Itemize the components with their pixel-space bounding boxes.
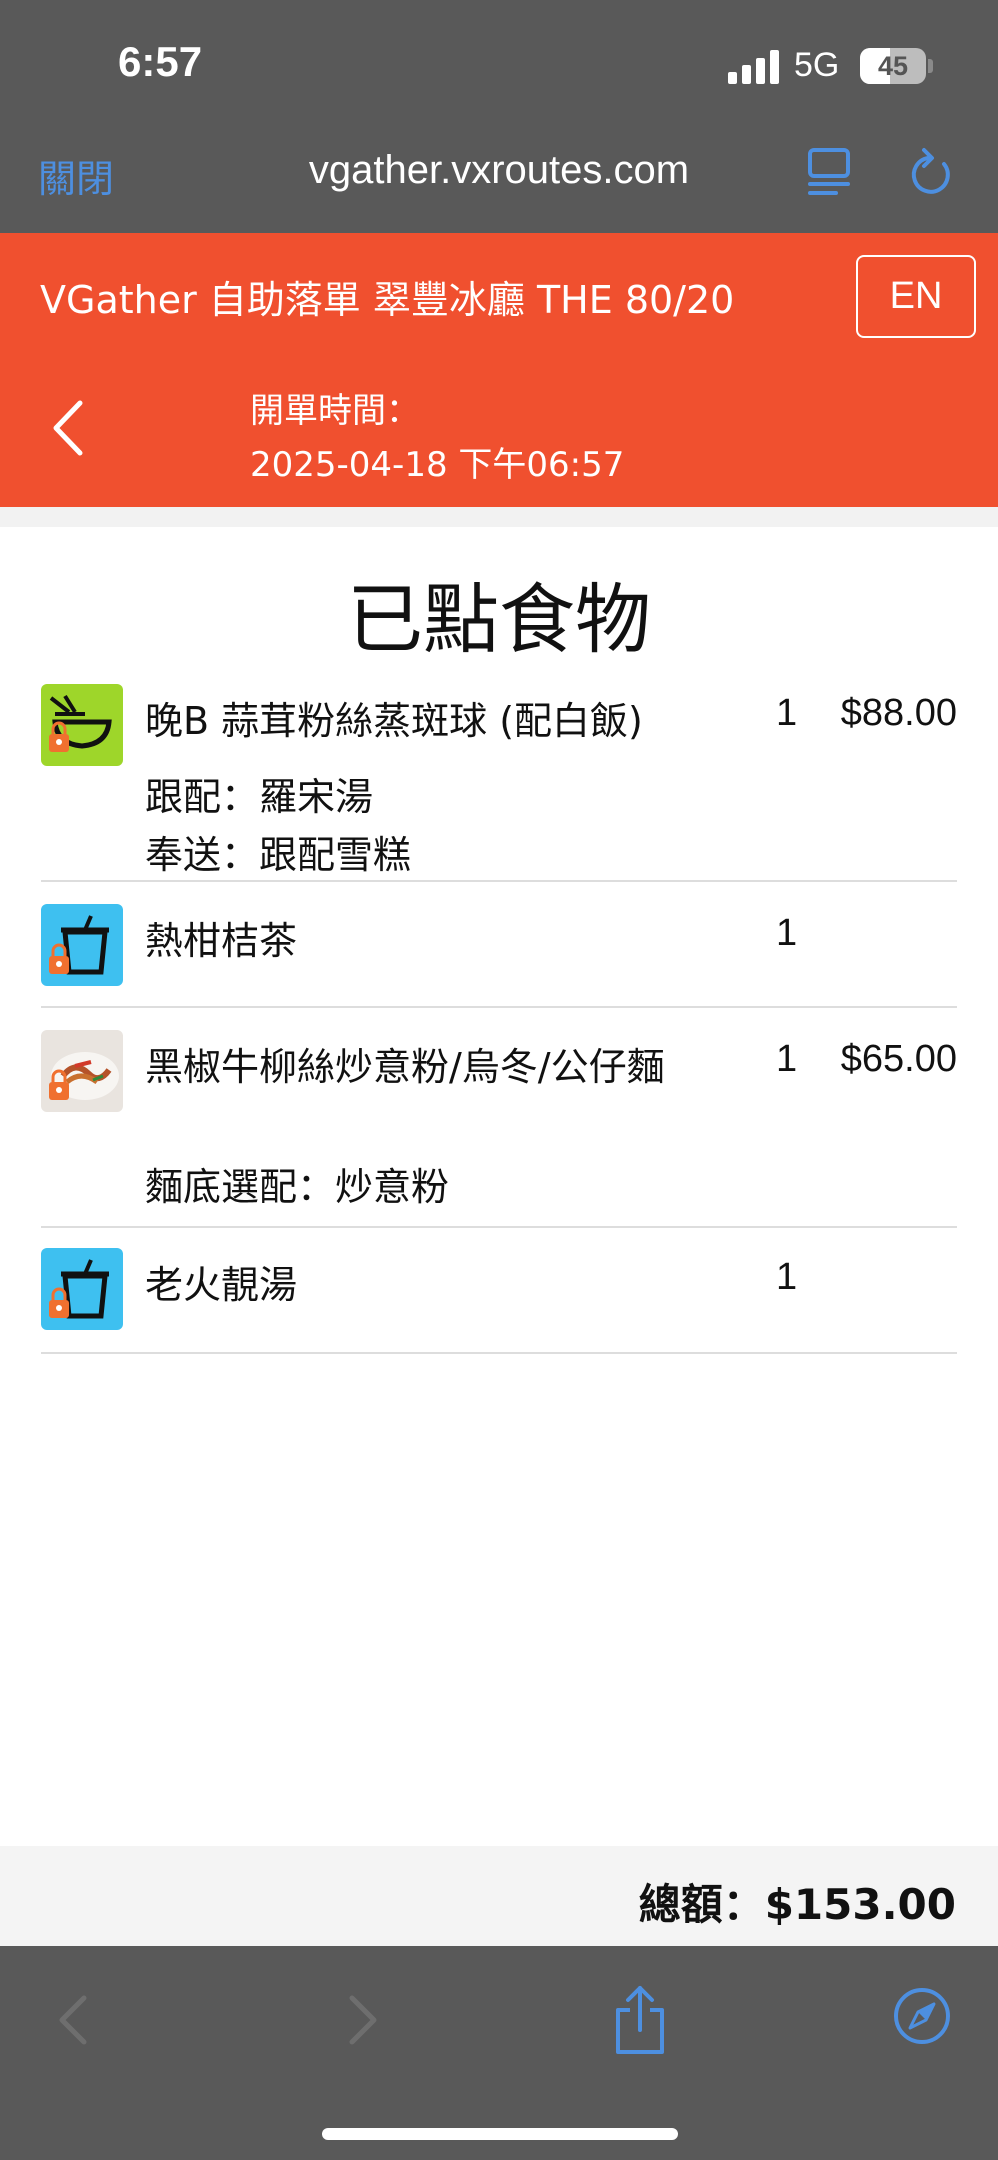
open-time-label: 開單時間： [250,391,420,431]
noodle-dish-photo [49,1052,119,1100]
item-option: 跟配：羅宋湯 [145,775,374,819]
item-thumbnail [41,684,123,766]
item-name: 晚B 蒜茸粉絲蒸斑球 (配白飯) [145,699,643,743]
item-quantity: 1 [776,1038,798,1080]
order-item[interactable]: 熱柑桔茶 1 [41,884,957,1008]
item-price: $88.00 [840,692,957,734]
drink-cup-icon [49,915,109,975]
item-thumbnail [41,904,123,986]
status-bar: 6:57 5G 45 [0,0,998,130]
language-toggle-button[interactable]: EN [856,255,976,338]
item-name: 熱柑桔茶 [145,919,298,963]
page-title: 已點食物 [347,575,651,664]
browser-back-icon[interactable] [54,1990,94,2050]
item-option: 麵底選配：炒意粉 [145,1165,450,1209]
status-time: 6:57 [118,38,203,85]
item-quantity: 1 [776,1256,798,1298]
store-title: VGather 自助落單 翠豐冰廳 THE 80/20 [40,278,735,322]
item-quantity: 1 [776,692,798,734]
network-type: 5G [794,46,840,84]
home-indicator[interactable] [322,2128,678,2140]
item-price: $65.00 [840,1038,957,1080]
item-quantity: 1 [776,912,798,954]
reload-icon[interactable] [906,144,956,200]
order-total: 總額：$153.00 [638,1880,956,1929]
item-name: 黑椒牛柳絲炒意粉/烏冬/公仔麵 [145,1045,665,1089]
item-name: 老火靚湯 [145,1263,298,1307]
item-thumbnail [41,1248,123,1330]
page: 6:57 5G 45 關閉 vgather.vxroutes.com VGath… [0,0,998,2160]
browser-url-bar: 關閉 vgather.vxroutes.com [0,130,998,233]
battery-percent: 45 [877,51,909,81]
reader-view-icon[interactable] [806,146,854,198]
browser-forward-icon[interactable] [342,1990,382,2050]
back-arrow-icon[interactable] [46,393,90,463]
order-item[interactable]: 老火靚湯 1 [41,1230,957,1354]
item-thumbnail [41,1030,123,1112]
compass-icon[interactable] [892,1986,952,2046]
open-time-value: 2025-04-18 下午06:57 [250,445,625,485]
signal-strength-icon [728,50,779,84]
store-header: VGather 自助落單 翠豐冰廳 THE 80/20 EN 開單時間： 202… [0,233,998,507]
header-divider [0,507,998,527]
rice-bowl-icon [49,694,112,752]
item-option: 奉送：跟配雪糕 [145,833,412,877]
total-bar: 總額：$153.00 [0,1846,998,1946]
order-item[interactable]: 晚B 蒜茸粉絲蒸斑球 (配白飯) 跟配：羅宋湯 奉送：跟配雪糕 1 $88.00 [41,676,957,882]
drink-cup-icon [49,1259,109,1319]
share-icon[interactable] [612,1984,668,2056]
order-item[interactable]: 黑椒牛柳絲炒意粉/烏冬/公仔麵 麵底選配：炒意粉 1 $65.00 [41,1010,957,1228]
battery-icon: 45 [860,48,934,84]
